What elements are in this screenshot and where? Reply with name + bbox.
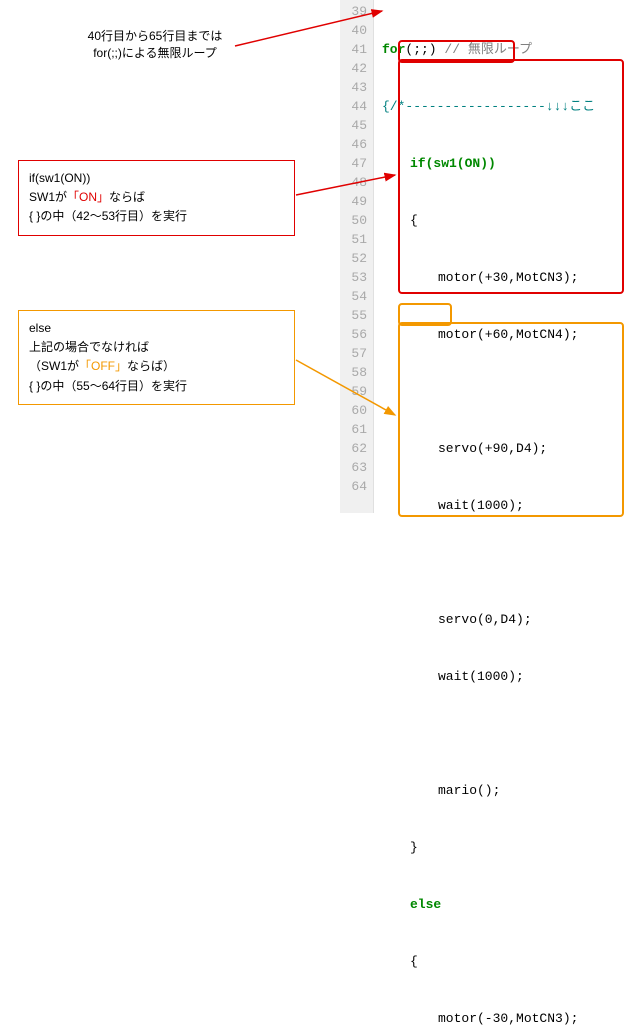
code-line: } (382, 838, 625, 857)
line-no: 44 (342, 97, 367, 116)
code-line: if(sw1(ON)) (382, 154, 625, 173)
code-pane: for(;;) // 無限ループ {/*------------------↓↓… (374, 0, 625, 513)
line-no: 59 (342, 382, 367, 401)
line-no: 48 (342, 173, 367, 192)
code-line: wait(1000); (382, 667, 625, 686)
line-no: 63 (342, 458, 367, 477)
off-highlight: 「OFF」 (79, 359, 127, 373)
line-no: 61 (342, 420, 367, 439)
code-line: mario(); (382, 781, 625, 800)
line-no: 40 (342, 21, 367, 40)
line-no: 56 (342, 325, 367, 344)
loop-note: 40行目から65行目までは for(;;)による無限ループ (75, 28, 235, 62)
code-line: for(;;) // 無限ループ (382, 40, 625, 59)
line-no: 51 (342, 230, 367, 249)
code-line: wait(1000); (382, 496, 625, 515)
line-no: 49 (342, 192, 367, 211)
line-no: 42 (342, 59, 367, 78)
code-line: servo(+90,D4); (382, 439, 625, 458)
loop-note-l2: for(;;)による無限ループ (75, 45, 235, 62)
if-explain-l3: { }の中（42～53行目）を実行 (29, 207, 284, 226)
line-number-gutter: 39 40 41 42 43 44 45 46 47 48 49 50 51 5… (340, 0, 374, 513)
code-line (382, 553, 625, 572)
line-no: 57 (342, 344, 367, 363)
block-comment: {/*------------------↓↓↓ここ (382, 99, 595, 114)
else-explain-l4: { }の中（55～64行目）を実行 (29, 377, 284, 396)
else-explain-l3: （SW1が「OFF」ならば） (29, 357, 284, 376)
line-no: 55 (342, 306, 367, 325)
else-explain-box: else 上記の場合でなければ （SW1が「OFF」ならば） { }の中（55～… (18, 310, 295, 405)
code-line: else (382, 895, 625, 914)
line-no: 39 (342, 2, 367, 21)
if-keyword: if(sw1(ON)) (410, 156, 496, 171)
line-no: 64 (342, 477, 367, 496)
line-no: 53 (342, 268, 367, 287)
on-highlight: 「ON」 (67, 190, 109, 204)
code-line: {/*------------------↓↓↓ここ (382, 97, 625, 116)
if-explain-l2: SW1が「ON」ならば (29, 188, 284, 207)
for-comment: // 無限ループ (437, 42, 532, 57)
else-keyword: else (410, 897, 441, 912)
line-no: 41 (342, 40, 367, 59)
line-no: 62 (342, 439, 367, 458)
if-explain-l1: if(sw1(ON)) (29, 169, 284, 188)
code-editor: 39 40 41 42 43 44 45 46 47 48 49 50 51 5… (340, 0, 625, 513)
else-explain-l2: 上記の場合でなければ (29, 338, 284, 357)
code-line: servo(0,D4); (382, 610, 625, 629)
code-line (382, 382, 625, 401)
code-line: { (382, 211, 625, 230)
if-explain-box: if(sw1(ON)) SW1が「ON」ならば { }の中（42～53行目）を実… (18, 160, 295, 236)
code-line (382, 724, 625, 743)
code-line: motor(+60,MotCN4); (382, 325, 625, 344)
line-no: 60 (342, 401, 367, 420)
loop-note-l1: 40行目から65行目までは (75, 28, 235, 45)
code-line: motor(+30,MotCN3); (382, 268, 625, 287)
line-no: 43 (342, 78, 367, 97)
code-line: { (382, 952, 625, 971)
for-keyword: for (382, 42, 405, 57)
line-no: 58 (342, 363, 367, 382)
line-no: 52 (342, 249, 367, 268)
else-explain-l1: else (29, 319, 284, 338)
line-no: 45 (342, 116, 367, 135)
line-no: 50 (342, 211, 367, 230)
line-no: 46 (342, 135, 367, 154)
line-no: 54 (342, 287, 367, 306)
code-line: motor(-30,MotCN3); (382, 1009, 625, 1026)
line-no: 47 (342, 154, 367, 173)
